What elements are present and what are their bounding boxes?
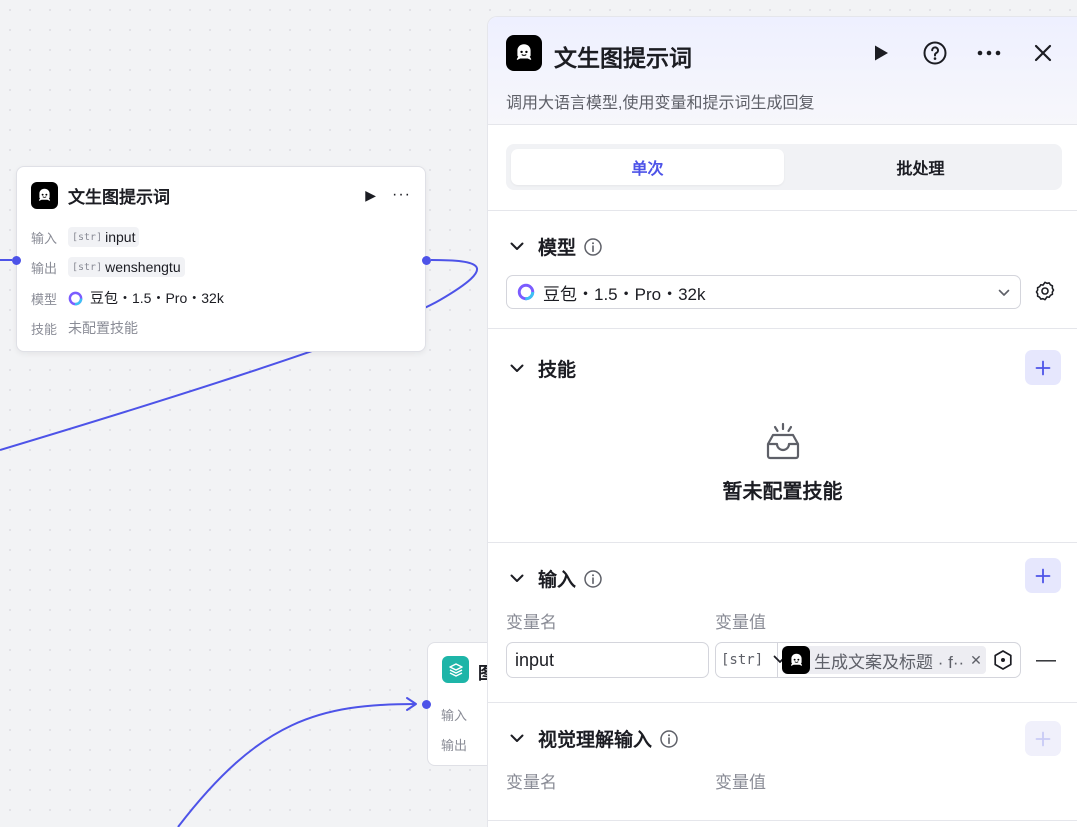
str-type-icon: [str]	[721, 652, 764, 668]
doubao-model-icon	[517, 283, 535, 301]
node-skill-value: 未配置技能	[68, 320, 138, 336]
tab-batch[interactable]: 批处理	[784, 149, 1057, 185]
chevron-down-icon[interactable]	[510, 574, 524, 583]
node-header: 文生图提示词 ▶ ···	[31, 181, 411, 209]
node-model-value-wrap: 豆包・1.5・Pro・32k	[68, 288, 224, 308]
info-icon[interactable]	[584, 237, 602, 256]
model-section-label: 模型	[538, 238, 577, 259]
str-type-icon: [str]	[72, 231, 103, 243]
node-model-value: 豆包・1.5・Pro・32k	[90, 290, 224, 306]
divider	[488, 210, 1077, 211]
layers-icon	[442, 656, 469, 683]
node-skill-row: 技能 未配置技能	[31, 318, 138, 338]
variable-picker-icon[interactable]	[992, 649, 1014, 671]
remove-row-icon[interactable]: —	[1036, 649, 1056, 672]
vision-section-header: 视觉理解输入	[510, 725, 678, 752]
node-input-row: 输入 [str] input	[31, 227, 140, 247]
node-input-port[interactable]	[12, 256, 21, 265]
variable-reference-chip[interactable]: 生成文案及标题 · f·· ✕	[782, 646, 986, 674]
input-col-name: 变量名	[506, 613, 557, 632]
skill-section-header: 技能	[510, 355, 576, 382]
mode-tabs: 单次 批处理	[506, 144, 1062, 190]
node-model-label: 模型	[31, 291, 58, 307]
node-input-label: 输入	[31, 230, 58, 246]
help-icon[interactable]	[921, 39, 949, 67]
doubao-model-icon	[68, 291, 83, 305]
vision-col-name: 变量名	[506, 773, 557, 792]
node-output-value: wenshengtu	[105, 259, 181, 275]
more-icon[interactable]	[975, 39, 1003, 67]
add-skill-button[interactable]	[1025, 350, 1061, 385]
chevron-down-icon	[998, 282, 1010, 302]
input-col-value: 变量值	[715, 613, 766, 632]
node-model-row: 模型 豆包・1.5・Pro・32k	[31, 288, 224, 308]
model-section-header: 模型	[510, 233, 602, 260]
node-output-label: 输出	[31, 260, 58, 276]
clear-reference-icon[interactable]: ✕	[970, 652, 982, 669]
panel-actions	[841, 39, 1057, 67]
llm-bot-icon	[506, 35, 542, 71]
variable-value-field[interactable]: [str] 生成文案及标题 · f·· ✕	[715, 642, 1021, 678]
vision-col-value: 变量值	[715, 773, 766, 792]
type-select[interactable]: [str]	[716, 643, 787, 677]
node-skill-label: 技能	[31, 321, 58, 337]
skill-empty-text: 暂未配置技能	[722, 481, 843, 503]
vision-section-label: 视觉理解输入	[538, 730, 653, 751]
run-icon[interactable]	[867, 39, 895, 67]
second-node-input-label: 输入	[441, 708, 468, 723]
gear-icon[interactable]	[1033, 279, 1057, 303]
edge-bottom-curve	[177, 703, 417, 827]
divider	[488, 702, 1077, 703]
close-icon[interactable]	[1029, 39, 1057, 67]
info-icon[interactable]	[584, 569, 602, 588]
divider	[488, 328, 1077, 329]
node-output-row: 输出 [str] wenshengtu	[31, 257, 185, 277]
node-title: 文生图提示词	[68, 187, 170, 207]
node-input-tag: [str] input	[68, 227, 140, 247]
input-section-label: 输入	[538, 570, 577, 591]
info-icon[interactable]	[660, 729, 678, 748]
variable-reference-text: 生成文案及标题 · f··	[814, 652, 965, 672]
model-select-value: 豆包・1.5・Pro・32k	[543, 284, 706, 304]
workflow-canvas[interactable]: 文生图提示词 ▶ ··· 输入 [str] input 输出 [str] wensh…	[0, 0, 487, 827]
second-node-title: 图	[478, 664, 487, 683]
divider	[488, 542, 1077, 543]
chevron-down-icon[interactable]	[510, 242, 524, 251]
chevron-down-icon[interactable]	[510, 364, 524, 373]
node-output-port[interactable]	[422, 256, 431, 265]
node-input-value: input	[105, 229, 136, 245]
panel-description[interactable]: 调用大语言模型,使用变量和提示词生成回复	[506, 89, 814, 113]
llm-bot-icon	[31, 181, 58, 209]
tab-single[interactable]: 单次	[511, 149, 784, 185]
empty-inbox-icon	[488, 422, 1077, 467]
panel-header: 文生图提示词 调用大语言模型,使用变量和提示词生成回复	[488, 17, 1077, 125]
second-node-output-label: 输出	[441, 738, 468, 753]
node-run-icon[interactable]: ▶	[365, 187, 376, 204]
chevron-down-icon[interactable]	[510, 734, 524, 743]
second-node-input-port[interactable]	[422, 700, 431, 709]
llm-node-card[interactable]: 文生图提示词 ▶ ··· 输入 [str] input 输出 [str] wensh…	[16, 166, 426, 352]
llm-bot-icon	[782, 646, 810, 674]
skill-section-label: 技能	[538, 360, 577, 381]
add-input-button[interactable]	[1025, 558, 1061, 593]
node-more-icon[interactable]: ···	[392, 186, 411, 204]
node-config-panel: 文生图提示词 调用大语言模型,使用变量和提示词生成回复 单次 批处理 模型 豆包…	[487, 16, 1077, 827]
node-output-tag: [str] wenshengtu	[68, 257, 185, 277]
str-type-icon: [str]	[72, 261, 103, 273]
edges-layer	[0, 259, 479, 827]
input-section-header: 输入	[510, 565, 602, 592]
panel-title[interactable]: 文生图提示词	[554, 39, 692, 73]
divider	[488, 820, 1077, 821]
second-node-card[interactable]: 图 输入 输出	[427, 642, 487, 766]
add-vision-input-button[interactable]	[1025, 721, 1061, 756]
model-select[interactable]: 豆包・1.5・Pro・32k	[506, 275, 1021, 309]
variable-name-input[interactable]	[506, 642, 709, 678]
